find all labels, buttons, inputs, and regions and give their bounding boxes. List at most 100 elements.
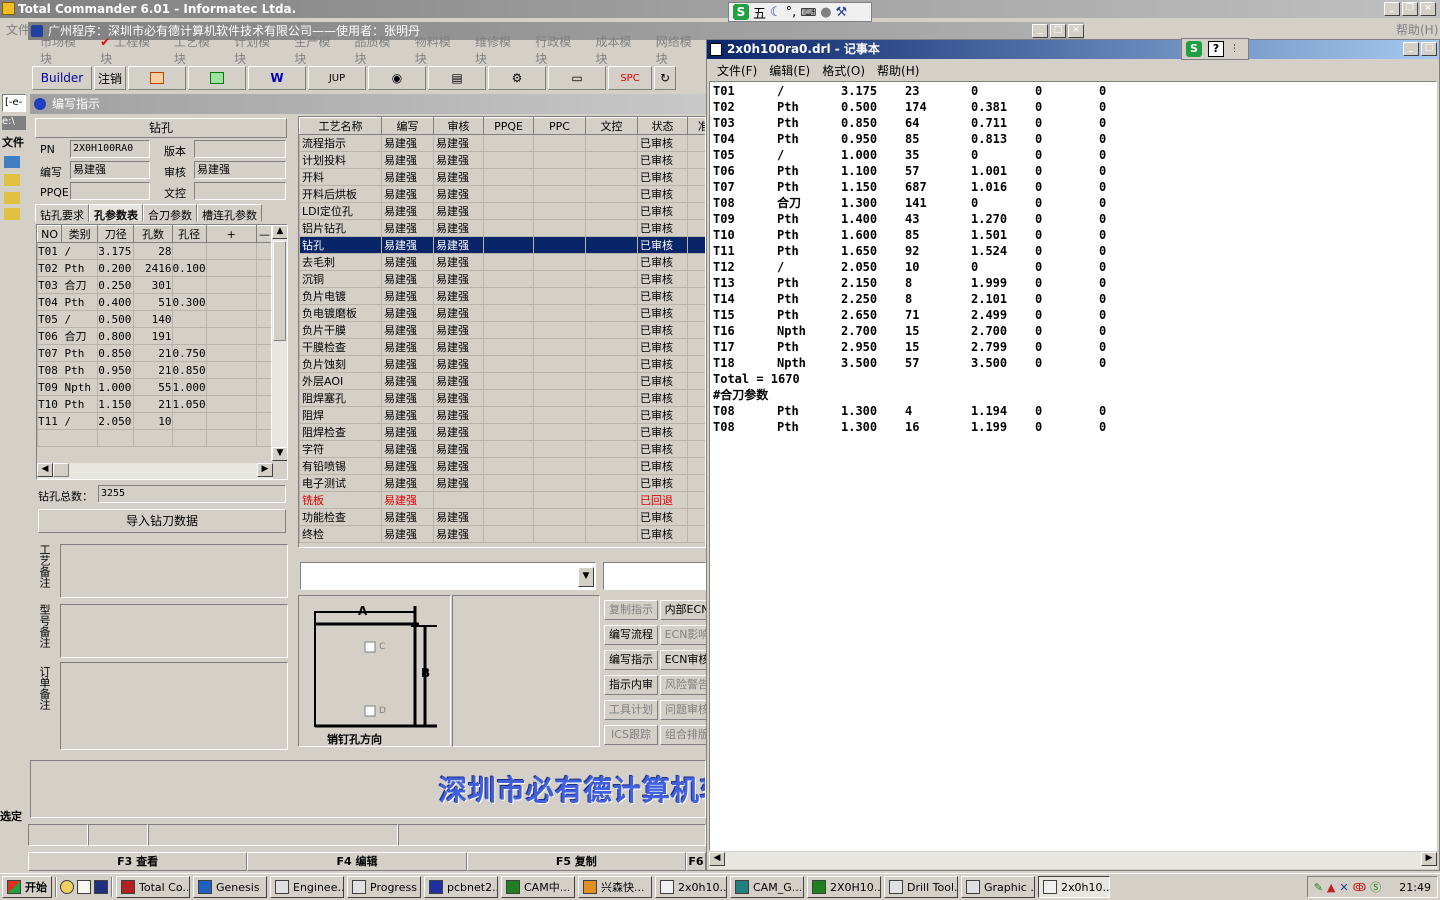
process-doc[interactable] [585, 440, 638, 458]
process-reviewer[interactable]: 易建强 [433, 202, 484, 220]
process-editor[interactable]: 易建强 [381, 389, 434, 407]
process-ppqe[interactable] [483, 304, 534, 322]
process-editor[interactable]: 易建强 [381, 304, 434, 322]
process-row[interactable]: 阻焊检查 易建强 易建强 已审核 [299, 423, 705, 441]
process-row[interactable]: 去毛刺 易建强 易建强 已审核 [299, 253, 705, 271]
process-ppqe[interactable] [483, 151, 534, 169]
editor-field[interactable]: 易建强 [70, 161, 150, 179]
process-ppc[interactable] [533, 372, 586, 390]
process-ppqe[interactable] [483, 321, 534, 339]
process-reviewer[interactable]: 易建强 [433, 372, 484, 390]
taskbar-item[interactable]: 2X0H10... [807, 876, 881, 898]
menu-market[interactable]: 市场模块 [34, 33, 92, 67]
process-ppc[interactable] [533, 253, 586, 271]
hole-count[interactable]: 2416 [133, 259, 173, 277]
computer-button[interactable]: ▭ [548, 66, 606, 90]
add-row-button[interactable]: + [205, 225, 257, 243]
process-status[interactable]: 已审核 [637, 219, 688, 237]
process-status[interactable]: 已审核 [637, 185, 688, 203]
hole-grid-row[interactable]: T03 合刀 0.250 301 [37, 276, 274, 294]
process-ppc[interactable] [533, 389, 586, 407]
hole-extra[interactable] [205, 327, 257, 345]
quicklaunch-app-icon[interactable] [94, 880, 108, 894]
process-editor[interactable]: 易建强 [381, 457, 434, 475]
process-doc[interactable] [585, 372, 638, 390]
minimize-icon[interactable]: _ [1403, 42, 1419, 56]
taskbar-item[interactable]: 兴森快... [578, 876, 652, 898]
taskbar-item[interactable]: Genesis [193, 876, 267, 898]
process-status[interactable]: 已审核 [637, 202, 688, 220]
process-reviewer[interactable]: 易建强 [433, 253, 484, 271]
process-ppc[interactable] [533, 440, 586, 458]
moon-icon[interactable]: ☾ [770, 5, 782, 20]
hole-extra[interactable] [205, 276, 257, 294]
process-ppqe[interactable] [483, 423, 534, 441]
process-approve[interactable] [687, 219, 705, 237]
process-ppqe[interactable] [483, 491, 534, 509]
hole-count[interactable]: 28 [133, 242, 173, 260]
hole-grid-row[interactable]: T05 /0.500 140 [37, 310, 274, 328]
process-name[interactable]: 负片电镀 [299, 287, 382, 305]
process-reviewer[interactable]: 易建强 [433, 236, 484, 254]
process-ppc[interactable] [533, 491, 586, 509]
hole-no-type[interactable]: T07 Pth [37, 344, 99, 362]
hole-tool-dia[interactable]: 0.950 [97, 361, 135, 379]
process-doc[interactable] [585, 202, 638, 220]
process-doc[interactable] [585, 457, 638, 475]
maximize-icon[interactable]: □ [1421, 42, 1437, 56]
hole-dia[interactable] [171, 310, 207, 328]
hole-no-type[interactable]: T11 / [37, 412, 99, 430]
process-name[interactable]: 字符 [299, 440, 382, 458]
hole-tool-dia[interactable]: 0.400 [97, 293, 135, 311]
refresh-button[interactable]: ↻ [654, 66, 676, 90]
process-status[interactable]: 已审核 [637, 338, 688, 356]
horizontal-scrollbar[interactable]: ◀ ▶ [37, 463, 273, 479]
col-no[interactable]: NO [37, 225, 63, 243]
process-doc[interactable] [585, 168, 638, 186]
scroll-down-icon[interactable]: ▼ [272, 447, 287, 461]
clock[interactable]: 21:49 [1399, 881, 1431, 894]
process-row[interactable]: 铝片钻孔 易建强 易建强 已审核 [299, 219, 705, 237]
process-row[interactable]: LDI定位孔 易建强 易建强 已审核 [299, 202, 705, 220]
process-reviewer[interactable]: 易建强 [433, 508, 484, 526]
hole-count[interactable]: 21 [133, 344, 173, 362]
menu-process[interactable]: 工艺模块 [168, 33, 226, 67]
process-approve[interactable] [687, 491, 705, 509]
hscroll-thumb[interactable] [53, 463, 69, 477]
process-doc[interactable] [585, 525, 638, 543]
process-reviewer[interactable]: 易建强 [433, 304, 484, 322]
process-row[interactable]: 外层AOI 易建强 易建强 已审核 [299, 372, 705, 390]
hole-count[interactable]: 10 [133, 412, 173, 430]
col-hole-count[interactable]: 孔数 [133, 225, 173, 243]
process-approve[interactable] [687, 338, 705, 356]
process-row[interactable]: 阻焊 易建强 易建强 已审核 [299, 406, 705, 424]
hole-no-type[interactable]: T09 Npth [37, 378, 99, 396]
hole-dia[interactable]: 0.750 [171, 344, 207, 362]
process-status[interactable]: 已审核 [637, 440, 688, 458]
process-ppc[interactable] [533, 219, 586, 237]
process-status[interactable]: 已审核 [637, 168, 688, 186]
process-doc[interactable] [585, 304, 638, 322]
ics-track-button[interactable]: ICS跟踪 [604, 725, 658, 745]
process-ppqe[interactable] [483, 287, 534, 305]
taskbar-item[interactable]: 2x0h10... [655, 876, 727, 898]
menu-cost[interactable]: 成本模块 [589, 33, 647, 67]
process-ppc[interactable] [533, 338, 586, 356]
process-status[interactable]: 已审核 [637, 253, 688, 271]
hole-extra[interactable] [205, 259, 257, 277]
process-editor[interactable]: 易建强 [381, 491, 434, 509]
hole-extra[interactable] [205, 293, 257, 311]
process-approve[interactable] [687, 304, 705, 322]
hole-grid-row[interactable]: T09 Npth 1.000 55 1.000 [37, 378, 274, 396]
process-row[interactable]: 字符 易建强 易建强 已审核 [299, 440, 705, 458]
process-ppqe[interactable] [483, 253, 534, 271]
process-name[interactable]: 开料 [299, 168, 382, 186]
hole-grid-row[interactable]: T01 /3.175 28 [37, 242, 274, 260]
process-ppqe[interactable] [483, 134, 534, 152]
process-row[interactable]: 负片干膜 易建强 易建强 已审核 [299, 321, 705, 339]
hole-no-type[interactable]: T01 / [37, 242, 99, 260]
process-editor[interactable]: 易建强 [381, 287, 434, 305]
process-reviewer[interactable]: 易建强 [433, 355, 484, 373]
hole-extra[interactable] [205, 378, 257, 396]
ime-toolbar[interactable]: S 五 ☾ °, ⌨ ● ⚒ [728, 2, 872, 22]
